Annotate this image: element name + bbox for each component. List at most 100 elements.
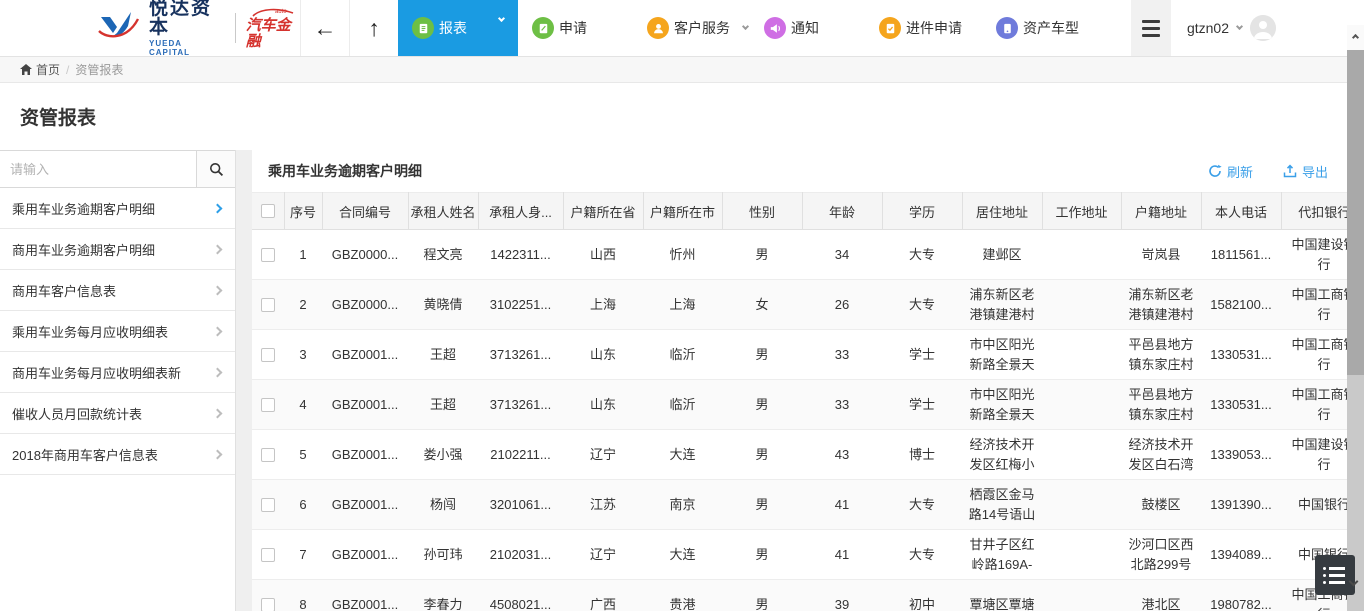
- sidebar-item-label: 商用车客户信息表: [12, 281, 116, 300]
- cell-city: 临沂: [643, 380, 722, 430]
- hamburger-menu-button[interactable]: [1131, 0, 1171, 56]
- user-menu[interactable]: gtzn02: [1171, 0, 1364, 56]
- cell-live_addr: 栖霞区金马路14号语山: [962, 480, 1042, 530]
- cell-id_no: 2102031...: [478, 530, 563, 580]
- cell-province: 山东: [563, 380, 643, 430]
- export-button[interactable]: 导出: [1283, 162, 1328, 181]
- refresh-button[interactable]: 刷新: [1208, 162, 1253, 181]
- cell-seq: 1: [284, 230, 322, 280]
- column-header: 学历: [882, 193, 962, 230]
- cell-reg_addr: 港北区: [1121, 580, 1201, 611]
- sidebar-item[interactable]: 乘用车业务逾期客户明细: [0, 188, 235, 229]
- column-header: 工作地址: [1042, 193, 1121, 230]
- cell-province: 广西: [563, 580, 643, 611]
- cell-reg_addr: 鼓楼区: [1121, 480, 1201, 530]
- chevron-right-icon: [213, 449, 223, 459]
- cell-live_addr: 甘井子区红岭路169A-: [962, 530, 1042, 580]
- cell-phone: 1339053...: [1201, 430, 1281, 480]
- select-all-header-cell: [252, 193, 284, 230]
- column-header: 性别: [722, 193, 802, 230]
- cell-seq: 3: [284, 330, 322, 380]
- back-arrow-button[interactable]: ←: [300, 0, 349, 56]
- nav-item-apply[interactable]: 申请: [532, 17, 587, 39]
- cell-reg_addr: 平邑县地方镇东家庄村: [1121, 330, 1201, 380]
- cell-phone: 1330531...: [1201, 380, 1281, 430]
- page-title: 资管报表: [20, 103, 96, 130]
- reports-icon: [412, 17, 434, 39]
- select-all-checkbox[interactable]: [261, 204, 275, 218]
- scrollbar-thumb[interactable]: [1347, 50, 1364, 375]
- sidebar-item[interactable]: 2018年商用车客户信息表: [0, 434, 235, 475]
- cell-age: 41: [802, 530, 882, 580]
- tab-reports[interactable]: 报表: [398, 0, 518, 56]
- sidebar-item[interactable]: 商用车业务每月应收明细表新: [0, 352, 235, 393]
- sidebar-item[interactable]: 商用车业务逾期客户明细: [0, 229, 235, 270]
- row-checkbox[interactable]: [261, 348, 275, 362]
- row-checkbox[interactable]: [261, 298, 275, 312]
- row-checkbox[interactable]: [261, 598, 275, 611]
- search-button[interactable]: [196, 151, 235, 187]
- sidebar-item[interactable]: 乘用车业务每月应收明细表: [0, 311, 235, 352]
- row-checkbox[interactable]: [261, 548, 275, 562]
- cell-gender: 男: [722, 330, 802, 380]
- cell-work_addr: [1042, 530, 1121, 580]
- sidebar-item[interactable]: 商用车客户信息表: [0, 270, 235, 311]
- scrollbar-up-button[interactable]: [1347, 25, 1364, 50]
- row-checkbox-cell: [252, 230, 284, 280]
- cell-phone: 1582100...: [1201, 280, 1281, 330]
- sidebar-item[interactable]: 催收人员月回款统计表: [0, 393, 235, 434]
- cell-live_addr: 建邺区: [962, 230, 1042, 280]
- table-row: 2GBZ0000...黄晓倩3102251...上海上海女26大专浦东新区老港镇…: [252, 280, 1364, 330]
- cell-reg_addr: 浦东新区老港镇建港村: [1121, 280, 1201, 330]
- top-nav: 悦达资本 YUEDA CAPITAL auto 汽车金融 ← ↑ 报表 申请 客户…: [0, 0, 1364, 57]
- breadcrumb-separator: /: [66, 63, 69, 77]
- cell-contract: GBZ0001...: [322, 380, 408, 430]
- cell-work_addr: [1042, 230, 1121, 280]
- cell-education: 大专: [882, 280, 962, 330]
- cell-reg_addr: 岢岚县: [1121, 230, 1201, 280]
- cell-contract: GBZ0000...: [322, 230, 408, 280]
- search-input[interactable]: [0, 151, 196, 187]
- cell-phone: 1330531...: [1201, 330, 1281, 380]
- cell-seq: 6: [284, 480, 322, 530]
- logo[interactable]: 悦达资本 YUEDA CAPITAL auto 汽车金融: [0, 0, 300, 56]
- collapse-chevron-down-icon[interactable]: [1350, 572, 1357, 590]
- sidebar-item-label: 商用车业务逾期客户明细: [12, 240, 155, 259]
- cell-live_addr: 浦东新区老港镇建港村: [962, 280, 1042, 330]
- row-checkbox-cell: [252, 480, 284, 530]
- nav-item-notification[interactable]: 通知: [764, 17, 819, 39]
- cell-gender: 男: [722, 380, 802, 430]
- nav-item-label: 申请: [559, 18, 587, 38]
- cell-seq: 2: [284, 280, 322, 330]
- nav-item-customer-service[interactable]: 客户服务: [647, 17, 748, 39]
- chevron-right-icon: [213, 203, 223, 213]
- cell-live_addr: 市中区阳光新路全景天: [962, 330, 1042, 380]
- refresh-icon: [1208, 164, 1222, 178]
- cell-age: 33: [802, 330, 882, 380]
- row-checkbox[interactable]: [261, 448, 275, 462]
- cell-phone: 1811561...: [1201, 230, 1281, 280]
- logo-swoosh-icon: [97, 9, 141, 48]
- row-checkbox[interactable]: [261, 398, 275, 412]
- cell-seq: 7: [284, 530, 322, 580]
- breadcrumb-home-link[interactable]: 首页: [20, 61, 60, 78]
- avatar[interactable]: [1250, 15, 1276, 41]
- table-row: 1GBZ0000...程文亮1422311...山西忻州男34大专建邺区岢岚县1…: [252, 230, 1364, 280]
- row-checkbox[interactable]: [261, 248, 275, 262]
- cell-contract: GBZ0001...: [322, 580, 408, 611]
- cell-id_no: 3713261...: [478, 380, 563, 430]
- table-row: 4GBZ0001...王超3713261...山东临沂男33学士市中区阳光新路全…: [252, 380, 1364, 430]
- logo-text-en: YUEDA CAPITAL: [149, 39, 225, 57]
- asset-model-icon: [996, 17, 1018, 39]
- row-checkbox[interactable]: [261, 498, 275, 512]
- list-toggle-button[interactable]: [1315, 555, 1355, 595]
- cell-reg_addr: 平邑县地方镇东家庄村: [1121, 380, 1201, 430]
- nav-item-intake-apply[interactable]: 进件申请: [879, 17, 962, 39]
- up-arrow-button[interactable]: ↑: [349, 0, 398, 56]
- nav-item-asset-model[interactable]: 资产车型: [996, 17, 1079, 39]
- cell-city: 大连: [643, 430, 722, 480]
- nav-item-label: 进件申请: [906, 18, 962, 38]
- cell-gender: 男: [722, 480, 802, 530]
- table-row: 8GBZ0001...李春力4508021...广西贵港男39初中覃塘区覃塘港北…: [252, 580, 1364, 611]
- row-checkbox-cell: [252, 430, 284, 480]
